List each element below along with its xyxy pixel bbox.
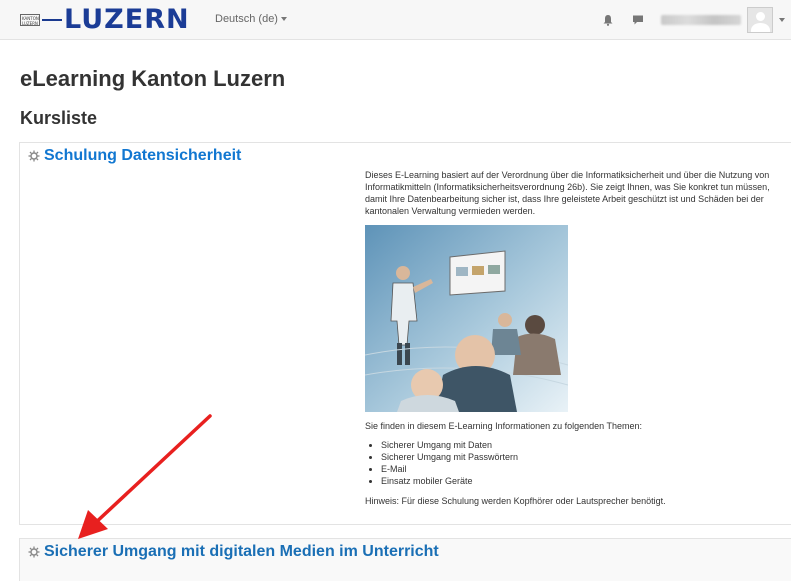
course-description: Dieses E-Learning basiert auf der Verord… [365, 170, 770, 216]
logo-line [42, 19, 62, 21]
top-navbar: KANTON LUZERN LUZERN Deutsch (de) [0, 0, 791, 40]
list-item: Sicherer Umgang mit Passwörtern [381, 451, 790, 463]
page-title: eLearning Kanton Luzern [20, 66, 286, 91]
course-link-datensicherheit[interactable]: Schulung Datensicherheit [44, 147, 241, 165]
user-name-blurred[interactable] [661, 15, 741, 25]
language-label: Deutsch (de) [215, 13, 278, 25]
course-link-digitale-medien[interactable]: Sicherer Umgang mit digitalen Medien im … [44, 543, 439, 561]
topics-list: Sicherer Umgang mit Daten Sicherer Umgan… [381, 439, 790, 487]
course-box: Sicherer Umgang mit digitalen Medien im … [19, 538, 791, 581]
course-name: Schulung Datensicherheit [28, 147, 241, 165]
topics-intro: Sie finden in diesem E-Learning Informat… [365, 421, 643, 431]
chevron-down-icon[interactable] [779, 18, 785, 22]
section-title: Kursliste [20, 108, 98, 128]
chevron-down-icon [280, 17, 287, 22]
logo-seal: KANTON LUZERN [20, 14, 40, 26]
language-menu[interactable]: Deutsch (de) [215, 13, 287, 25]
course-summary: Dieses E-Learning basiert auf der Verord… [365, 169, 790, 507]
presentation-illustration [365, 225, 568, 412]
course-name: Sicherer Umgang mit digitalen Medien im … [28, 543, 439, 561]
list-item: Sicherer Umgang mit Daten [381, 439, 790, 451]
list-item: E-Mail [381, 463, 790, 475]
user-navigation [601, 0, 791, 40]
logo-text: LUZERN [64, 4, 190, 35]
course-hint: Hinweis: Für diese Schulung werden Kopfh… [365, 496, 666, 506]
annotation-arrow-icon [78, 414, 212, 539]
course-icon [28, 546, 40, 558]
site-logo[interactable]: KANTON LUZERN LUZERN [20, 6, 190, 34]
avatar[interactable] [747, 7, 773, 33]
list-item: Einsatz mobiler Geräte [381, 475, 790, 487]
course-icon [28, 150, 40, 162]
bell-icon[interactable] [601, 13, 615, 27]
chat-icon[interactable] [631, 13, 645, 27]
